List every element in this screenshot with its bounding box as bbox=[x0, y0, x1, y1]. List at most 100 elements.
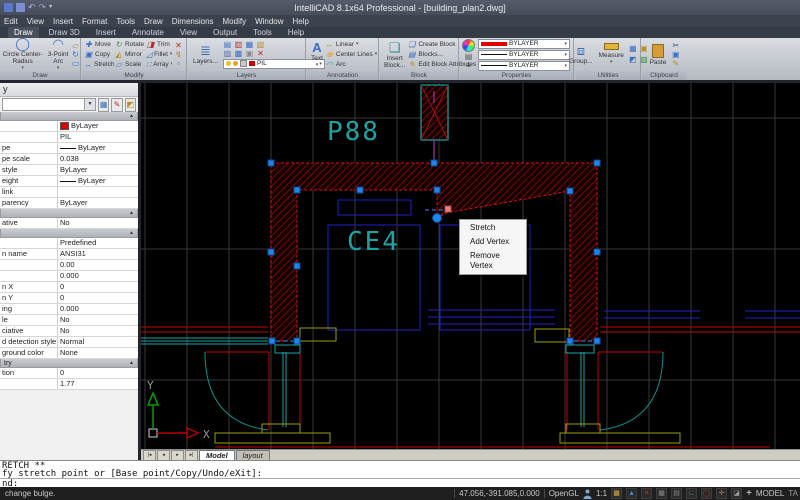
qat-dropdown-icon[interactable]: ▾ bbox=[49, 3, 52, 12]
pickadd-toggle-icon[interactable]: ◩ bbox=[125, 98, 136, 112]
tab-output[interactable]: Output bbox=[207, 27, 243, 38]
revision-cloud-icon[interactable]: ↻ bbox=[71, 51, 80, 59]
save-icon[interactable] bbox=[4, 3, 13, 12]
select-objects-icon[interactable]: ▦ bbox=[98, 98, 109, 112]
menu-tools[interactable]: Tools bbox=[116, 17, 135, 26]
section-header[interactable]: try▲ bbox=[0, 359, 138, 368]
esnap-icon[interactable]: ◯ bbox=[701, 488, 712, 499]
property-value[interactable]: 0 bbox=[58, 368, 138, 378]
collapse-icon[interactable]: ▲ bbox=[129, 360, 134, 366]
right-door[interactable] bbox=[215, 327, 800, 447]
text-button[interactable]: A Text▾ bbox=[309, 41, 325, 69]
utility-grid-icon[interactable]: ▦ bbox=[628, 44, 638, 54]
erase-icon[interactable]: ✕ bbox=[174, 42, 183, 50]
cut-icon[interactable]: ✂ bbox=[671, 42, 680, 50]
rectangle-icon[interactable]: ▭ bbox=[71, 60, 80, 68]
paste-button[interactable]: Paste bbox=[648, 44, 669, 66]
circle-center-radius-button[interactable]: ◯ Circle Center-Radius▾ bbox=[0, 37, 45, 72]
trim-button[interactable]: ◨Trim bbox=[146, 40, 172, 50]
array-button[interactable]: ∷Array▾ bbox=[146, 60, 172, 70]
group-button[interactable]: ⧈ Group... bbox=[567, 44, 594, 65]
layer-tool-icon[interactable]: ▣ bbox=[245, 50, 254, 58]
color-combo[interactable]: BYLAYER▾ bbox=[478, 39, 570, 49]
tab-insert[interactable]: Insert bbox=[90, 27, 122, 38]
mirror-button[interactable]: ◭Mirror bbox=[114, 50, 146, 60]
property-value[interactable]: 0.00 bbox=[58, 260, 138, 270]
rotate-button[interactable]: ↻Rotate bbox=[114, 40, 146, 50]
property-value[interactable]: ByLayer bbox=[58, 176, 138, 186]
context-menu-item-add-vertex[interactable]: Add Vertex bbox=[460, 235, 526, 249]
property-value[interactable]: Normal bbox=[58, 337, 138, 347]
menu-format[interactable]: Format bbox=[82, 17, 107, 26]
property-value[interactable]: 1.77 bbox=[58, 379, 138, 389]
property-value[interactable]: None bbox=[58, 348, 138, 358]
linetype-combo[interactable]: BYLAYER▾ bbox=[478, 50, 570, 60]
quick-select-icon[interactable]: ✎ bbox=[111, 98, 122, 112]
section-header[interactable]: ▲ bbox=[0, 229, 138, 238]
stretch-button[interactable]: ↔Stretch bbox=[84, 60, 114, 70]
layer-tool-icon[interactable]: ▧ bbox=[256, 41, 265, 49]
section-header[interactable]: ▲ bbox=[0, 112, 138, 121]
etrack-icon[interactable]: ✛ bbox=[716, 488, 727, 499]
layer-tool-icon[interactable]: ▦ bbox=[245, 41, 254, 49]
property-value[interactable]: No bbox=[58, 315, 138, 325]
context-menu-item-stretch[interactable]: Stretch bbox=[460, 221, 526, 235]
ortho-icon[interactable]: ✕ bbox=[641, 488, 652, 499]
ucs-status-icon[interactable]: ∟ bbox=[686, 488, 697, 499]
fillet-button[interactable]: ◿Fillet▾ bbox=[146, 50, 172, 60]
lwt-icon[interactable]: ▤ bbox=[671, 488, 682, 499]
menu-window[interactable]: Window bbox=[255, 17, 283, 26]
menu-insert[interactable]: Insert bbox=[53, 17, 73, 26]
lineweight-combo[interactable]: BYLAYER▾ bbox=[478, 61, 570, 71]
property-value[interactable]: ANSI31 bbox=[58, 249, 138, 259]
left-door[interactable] bbox=[141, 327, 336, 443]
save-as-icon[interactable] bbox=[16, 3, 25, 12]
move-button[interactable]: ✚Move bbox=[84, 40, 114, 50]
property-value[interactable]: 0.000 bbox=[58, 304, 138, 314]
property-value[interactable]: No bbox=[58, 326, 138, 336]
collapse-icon[interactable]: ▲ bbox=[129, 113, 134, 119]
property-value[interactable]: 0.038 bbox=[58, 154, 138, 164]
tab-annotate[interactable]: Annotate bbox=[126, 27, 170, 38]
menu-dimensions[interactable]: Dimensions bbox=[172, 17, 214, 26]
insert-block-button[interactable]: ❏ Insert Block... bbox=[382, 41, 407, 69]
join-icon[interactable]: ▫ bbox=[174, 60, 183, 68]
redo-icon[interactable]: ↷ bbox=[39, 3, 47, 12]
renderer-label[interactable]: OpenGL bbox=[549, 489, 579, 498]
menu-view[interactable]: View bbox=[27, 17, 44, 26]
collapse-icon[interactable]: ▲ bbox=[129, 230, 134, 236]
lineweight-icon[interactable]: ≡ bbox=[464, 62, 473, 70]
explode-icon[interactable]: ↯ bbox=[174, 51, 183, 59]
section-header[interactable]: ▲ bbox=[0, 209, 138, 218]
plus-icon[interactable]: + bbox=[746, 488, 752, 499]
annotation-scale[interactable]: 1:1 bbox=[596, 489, 607, 498]
utility-area-icon[interactable]: ◩ bbox=[628, 55, 638, 65]
copy-button[interactable]: ▣Copy bbox=[84, 50, 114, 60]
layers-button[interactable]: ≣ Layers... bbox=[191, 44, 220, 65]
property-value[interactable]: 0 bbox=[58, 282, 138, 292]
layer-tool-icon[interactable]: ▩ bbox=[234, 50, 243, 58]
undo-icon[interactable]: ↶ bbox=[28, 3, 36, 12]
tab-help[interactable]: Help bbox=[282, 27, 310, 38]
polar-icon[interactable]: ▦ bbox=[656, 488, 667, 499]
polyline-icon[interactable]: ▱ bbox=[71, 42, 80, 50]
tab-tools[interactable]: Tools bbox=[247, 27, 278, 38]
drawing-canvas[interactable]: P88 CE4 bbox=[141, 83, 800, 449]
menu-help[interactable]: Help bbox=[293, 17, 309, 26]
collapse-icon[interactable]: ▲ bbox=[129, 210, 134, 216]
layer-tool-icon[interactable]: ▥ bbox=[234, 41, 243, 49]
property-value[interactable] bbox=[58, 187, 138, 197]
hover-grip[interactable] bbox=[445, 206, 451, 212]
tab-view[interactable]: View bbox=[174, 27, 203, 38]
center-lines-button[interactable]: ⊕Center Lines▾ bbox=[325, 50, 377, 59]
measure-button[interactable]: Measure▾ bbox=[597, 43, 626, 66]
menu-modify[interactable]: Modify bbox=[223, 17, 247, 26]
linetype-icon[interactable]: ▤ bbox=[464, 53, 473, 61]
property-value[interactable]: 0 bbox=[58, 293, 138, 303]
arc-dimension-button[interactable]: ◠Arc bbox=[325, 60, 377, 69]
entity-selector-combo[interactable]: ▼ bbox=[2, 98, 96, 111]
property-value[interactable]: PIL bbox=[58, 132, 138, 142]
property-value[interactable]: ByLayer bbox=[58, 165, 138, 175]
dyn-icon[interactable]: ◪ bbox=[731, 488, 742, 499]
window-outlines[interactable] bbox=[328, 200, 800, 330]
